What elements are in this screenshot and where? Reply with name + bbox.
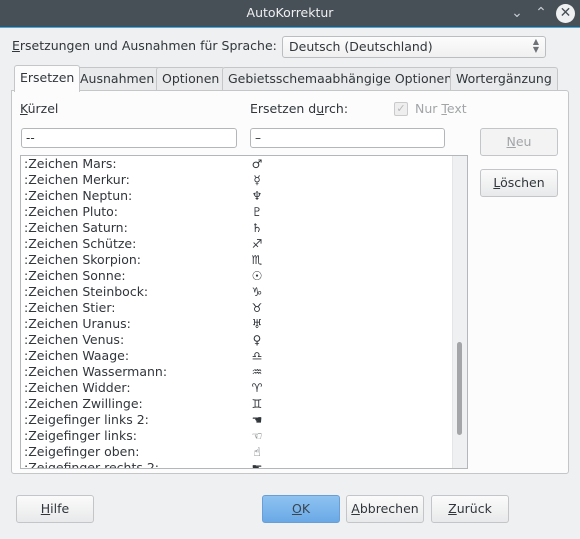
scrollbar-thumb[interactable]: [457, 341, 462, 436]
list-item-shortcut: :Zeichen Uranus:: [24, 316, 131, 331]
reset-button[interactable]: Zurück: [431, 495, 509, 523]
tab-optionen[interactable]: Optionen: [156, 67, 226, 90]
maximize-button[interactable]: ⌃: [531, 3, 551, 23]
list-item[interactable]: :Zeigefinger oben: ☝: [21, 444, 451, 460]
list-item-replacement: ♉: [251, 301, 263, 315]
list-item[interactable]: :Zeichen Zwillinge: ♊: [21, 396, 451, 412]
shortcut-label: Kürzel: [20, 101, 59, 116]
list-item-shortcut: :Zeichen Merkur:: [24, 172, 130, 187]
spinner-arrows-icon: ▲ ▼: [532, 37, 539, 54]
list-item-replacement: ♆: [251, 189, 263, 203]
list-item[interactable]: :Zeichen Schütze: ♐: [21, 236, 451, 252]
list-item[interactable]: :Zeichen Saturn: ♄: [21, 220, 451, 236]
language-label: Ersetzungen und Ausnahmen für Sprache:: [12, 38, 277, 53]
list-item-shortcut: :Zeichen Wassermann:: [24, 364, 168, 379]
list-item[interactable]: :Zeigefinger links 2: ☚: [21, 412, 451, 428]
language-select[interactable]: Deutsch (Deutschland) ▲ ▼: [282, 36, 546, 58]
list-item-shortcut: :Zeigefinger rechts 2:: [24, 460, 159, 469]
list-item-shortcut: :Zeichen Skorpion:: [24, 252, 142, 267]
chevron-up-icon: ⌃: [535, 5, 547, 21]
shortcut-input[interactable]: --: [21, 128, 237, 148]
window-title: AutoKorrektur: [246, 5, 334, 20]
list-item-shortcut: :Zeichen Stier:: [24, 300, 116, 315]
list-item-replacement: ☛: [251, 461, 263, 469]
list-item-shortcut: :Zeichen Pluto:: [24, 204, 119, 219]
list-item[interactable]: :Zeigefinger links: ☜: [21, 428, 451, 444]
list-item-shortcut: :Zeichen Sonne:: [24, 268, 126, 283]
list-item[interactable]: :Zeichen Skorpion: ♏: [21, 252, 451, 268]
list-item-replacement: ♂: [251, 157, 263, 171]
list-item[interactable]: :Zeichen Mars: ♂: [21, 156, 451, 172]
list-item-replacement: ♄: [251, 221, 263, 235]
close-icon: ✕: [559, 5, 572, 21]
list-item-replacement: ♑: [251, 285, 263, 299]
replace-panel: Kürzel Ersetzen durch: ✓ Nur Text -- – N…: [11, 90, 569, 474]
scrollbar[interactable]: [452, 156, 467, 468]
list-item-replacement: ☉: [251, 269, 263, 283]
list-item[interactable]: :Zeichen Wassermann: ♒: [21, 364, 451, 380]
list-item-shortcut: :Zeichen Zwillinge:: [24, 396, 143, 411]
ok-button[interactable]: OK: [262, 495, 340, 523]
replace-with-label: Ersetzen durch:: [250, 101, 349, 116]
list-item[interactable]: :Zeigefinger rechts 2: ☛: [21, 460, 451, 469]
tab-ausnahmen[interactable]: Ausnahmen: [74, 67, 161, 90]
list-item[interactable]: :Zeichen Uranus: ♅: [21, 316, 451, 332]
list-item-replacement: ☜: [251, 429, 263, 443]
list-item[interactable]: :Zeichen Sonne: ☉: [21, 268, 451, 284]
list-item-shortcut: :Zeichen Schütze:: [24, 236, 137, 251]
tab-gebietsschema-optionen[interactable]: Gebietsschemaabhängige Optionen: [222, 67, 459, 90]
list-item-shortcut: :Zeichen Saturn:: [24, 220, 128, 235]
replacement-list[interactable]: :Zeichen Mars: ♂:Zeichen Merkur: ☿:Zeichen…: [20, 155, 468, 469]
tab-wortergaenzung[interactable]: Wortergänzung: [450, 67, 558, 90]
help-button[interactable]: Hilfe: [16, 495, 94, 523]
list-item-shortcut: :Zeigefinger oben:: [24, 444, 140, 459]
list-item-shortcut: :Zeichen Widder:: [24, 380, 131, 395]
list-item-shortcut: :Zeigefinger links:: [24, 428, 137, 443]
list-item[interactable]: :Zeichen Steinbock: ♑: [21, 284, 451, 300]
list-item-shortcut: :Zeichen Neptun:: [24, 188, 133, 203]
list-item-replacement: ♊: [251, 397, 263, 411]
list-item-replacement: ☚: [251, 413, 263, 427]
text-only-checkbox[interactable]: ✓: [394, 102, 408, 116]
list-item-replacement: ♒: [251, 365, 263, 379]
list-item-shortcut: :Zeichen Waage:: [24, 348, 130, 363]
list-item-replacement: ♅: [251, 317, 263, 331]
list-item-replacement: ♐: [251, 237, 263, 251]
title-bar: AutoKorrektur ⌄ ⌃ ✕: [0, 0, 580, 28]
close-button[interactable]: ✕: [556, 4, 575, 23]
replace-with-input[interactable]: –: [250, 128, 445, 148]
tab-ersetzen[interactable]: Ersetzen: [14, 65, 81, 92]
text-only-label: Nur Text: [415, 101, 467, 116]
delete-button[interactable]: Löschen: [480, 169, 558, 197]
list-item-shortcut: :Zeichen Steinbock:: [24, 284, 149, 299]
list-item-shortcut: :Zeichen Mars:: [24, 156, 117, 171]
list-item[interactable]: :Zeichen Waage: ♎: [21, 348, 451, 364]
list-item-shortcut: :Zeichen Venus:: [24, 332, 125, 347]
list-item[interactable]: :Zeichen Pluto: ♇: [21, 204, 451, 220]
list-item[interactable]: :Zeichen Merkur: ☿: [21, 172, 451, 188]
list-item[interactable]: :Zeichen Venus: ♀: [21, 332, 451, 348]
list-item-replacement: ☝: [253, 445, 261, 459]
list-item[interactable]: :Zeichen Neptun: ♆: [21, 188, 451, 204]
minimize-button[interactable]: ⌄: [507, 3, 527, 23]
list-item-replacement: ♏: [251, 253, 263, 267]
list-item-replacement: ♇: [251, 205, 263, 219]
list-item[interactable]: :Zeichen Stier: ♉: [21, 300, 451, 316]
cancel-button[interactable]: Abbrechen: [346, 495, 424, 523]
list-item[interactable]: :Zeichen Widder: ♈: [21, 380, 451, 396]
list-item-replacement: ♀: [252, 333, 262, 347]
list-item-shortcut: :Zeigefinger links 2:: [24, 412, 149, 427]
list-item-replacement: ♎: [251, 349, 263, 363]
list-item-replacement: ♈: [251, 381, 263, 395]
list-item-replacement: ☿: [253, 173, 261, 187]
new-button[interactable]: Neu: [480, 128, 558, 156]
chevron-down-icon: ⌄: [511, 5, 523, 21]
language-select-value: Deutsch (Deutschland): [289, 39, 433, 54]
